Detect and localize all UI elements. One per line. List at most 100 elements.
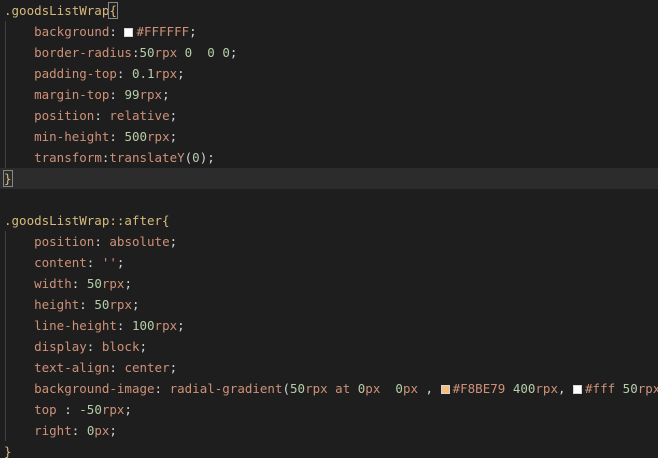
code-token: position xyxy=(34,234,95,249)
code-line[interactable]: .goodsListWrap::after{ xyxy=(0,210,658,231)
color-swatch-icon[interactable] xyxy=(573,385,583,394)
code-line[interactable]: } xyxy=(0,441,658,458)
code-line[interactable]: position: relative; xyxy=(0,105,658,126)
code-line[interactable]: height: 50rpx; xyxy=(0,294,658,315)
code-line-text: margin-top: 99rpx; xyxy=(4,84,170,105)
code-line-text: } xyxy=(4,441,12,458)
code-line-text: .goodsListWrap{ xyxy=(4,0,118,21)
code-line[interactable]: top : -50rpx; xyxy=(0,399,658,420)
code-token: ; xyxy=(169,108,178,123)
code-token: , xyxy=(557,381,574,396)
code-line[interactable]: right: 0px; xyxy=(0,420,658,441)
code-line[interactable]: .goodsListWrap{ xyxy=(0,0,658,21)
code-token: 50 xyxy=(622,381,638,396)
matching-brace: } xyxy=(3,170,13,187)
code-token: 50 xyxy=(86,276,102,291)
code-token: px xyxy=(94,423,110,438)
code-line[interactable]: content: ''; xyxy=(0,252,658,273)
code-token: .goodsListWrap::after xyxy=(4,213,163,228)
code-token: #fff xyxy=(585,381,616,396)
code-line-text: text-align: center; xyxy=(4,357,177,378)
code-line-text: right: 0px; xyxy=(4,420,117,441)
code-token: ; xyxy=(116,255,125,270)
code-token: : xyxy=(71,423,87,438)
code-token: 400 xyxy=(512,381,536,396)
code-token: ; xyxy=(189,24,197,39)
code-line-text: content: ''; xyxy=(4,252,124,273)
code-token: '' xyxy=(101,255,117,270)
code-token: line-height xyxy=(34,318,117,333)
color-swatch-icon[interactable] xyxy=(440,385,450,394)
code-line-text: width: 50rpx; xyxy=(4,273,132,294)
code-token: radial-gradient xyxy=(169,381,283,396)
code-line[interactable]: line-height: 100rpx; xyxy=(0,315,658,336)
code-token: ; xyxy=(124,402,132,417)
code-line-text: background-image: radial-gradient(50rpx … xyxy=(4,378,658,399)
code-token: rpx xyxy=(154,45,178,60)
color-swatch-icon[interactable] xyxy=(124,28,134,37)
code-token: rpx xyxy=(139,87,163,102)
code-line[interactable]: display: block; xyxy=(0,336,658,357)
code-line[interactable]: background: #FFFFFF; xyxy=(0,21,658,42)
code-token: 100 xyxy=(131,318,155,333)
code-line[interactable]: padding-top: 0.1rpx; xyxy=(0,63,658,84)
code-line-text: background: #FFFFFF; xyxy=(4,21,197,42)
code-line[interactable] xyxy=(0,189,658,210)
code-token: 0.1 xyxy=(131,66,155,81)
code-token: position xyxy=(34,108,95,123)
code-token: width xyxy=(34,276,72,291)
code-token: display xyxy=(34,339,87,354)
code-token: ; xyxy=(139,339,148,354)
code-token: ; xyxy=(177,318,185,333)
code-editor[interactable]: .goodsListWrap{ background: #FFFFFF; bor… xyxy=(0,0,658,458)
code-token: : xyxy=(116,66,132,81)
code-token: padding-top xyxy=(34,66,117,81)
code-token: 0 xyxy=(192,150,200,165)
code-line[interactable]: border-radius:50rpx 0 0 0; xyxy=(0,42,658,63)
code-token: 0 xyxy=(207,45,215,60)
code-line[interactable]: min-height: 500rpx; xyxy=(0,126,658,147)
code-token: background xyxy=(34,24,110,39)
matching-brace: { xyxy=(108,2,118,19)
code-token: , xyxy=(418,381,441,396)
code-token: 50 xyxy=(290,381,306,396)
code-token: px xyxy=(365,381,381,396)
code-line-text: } xyxy=(3,168,13,189)
code-token: ; xyxy=(169,234,178,249)
code-token: : xyxy=(109,24,125,39)
code-line-text: border-radius:50rpx 0 0 0; xyxy=(4,42,237,63)
code-token: border-radius xyxy=(34,45,132,60)
code-line[interactable]: background-image: radial-gradient(50rpx … xyxy=(0,378,658,399)
code-line[interactable]: transform:translateY(0); xyxy=(0,147,658,168)
code-token: .goodsListWrap xyxy=(4,3,110,18)
code-token: ; xyxy=(169,129,178,144)
code-line-text: .goodsListWrap::after{ xyxy=(4,210,170,231)
code-token: 50 xyxy=(139,45,155,60)
code-line-text: height: 50rpx; xyxy=(4,294,139,315)
code-line[interactable]: text-align: center; xyxy=(0,357,658,378)
code-line-text: line-height: 100rpx; xyxy=(4,315,185,336)
code-token: ; xyxy=(169,360,178,375)
code-token: ; xyxy=(229,45,238,60)
code-line[interactable]: margin-top: 99rpx; xyxy=(0,84,658,105)
code-line[interactable]: width: 50rpx; xyxy=(0,273,658,294)
code-token: ; xyxy=(109,423,117,438)
code-line[interactable]: } xyxy=(0,168,658,189)
code-line[interactable]: position: absolute; xyxy=(0,231,658,252)
code-token: relative xyxy=(109,108,170,123)
code-token: transform xyxy=(34,150,102,165)
code-token: text-align xyxy=(34,360,110,375)
